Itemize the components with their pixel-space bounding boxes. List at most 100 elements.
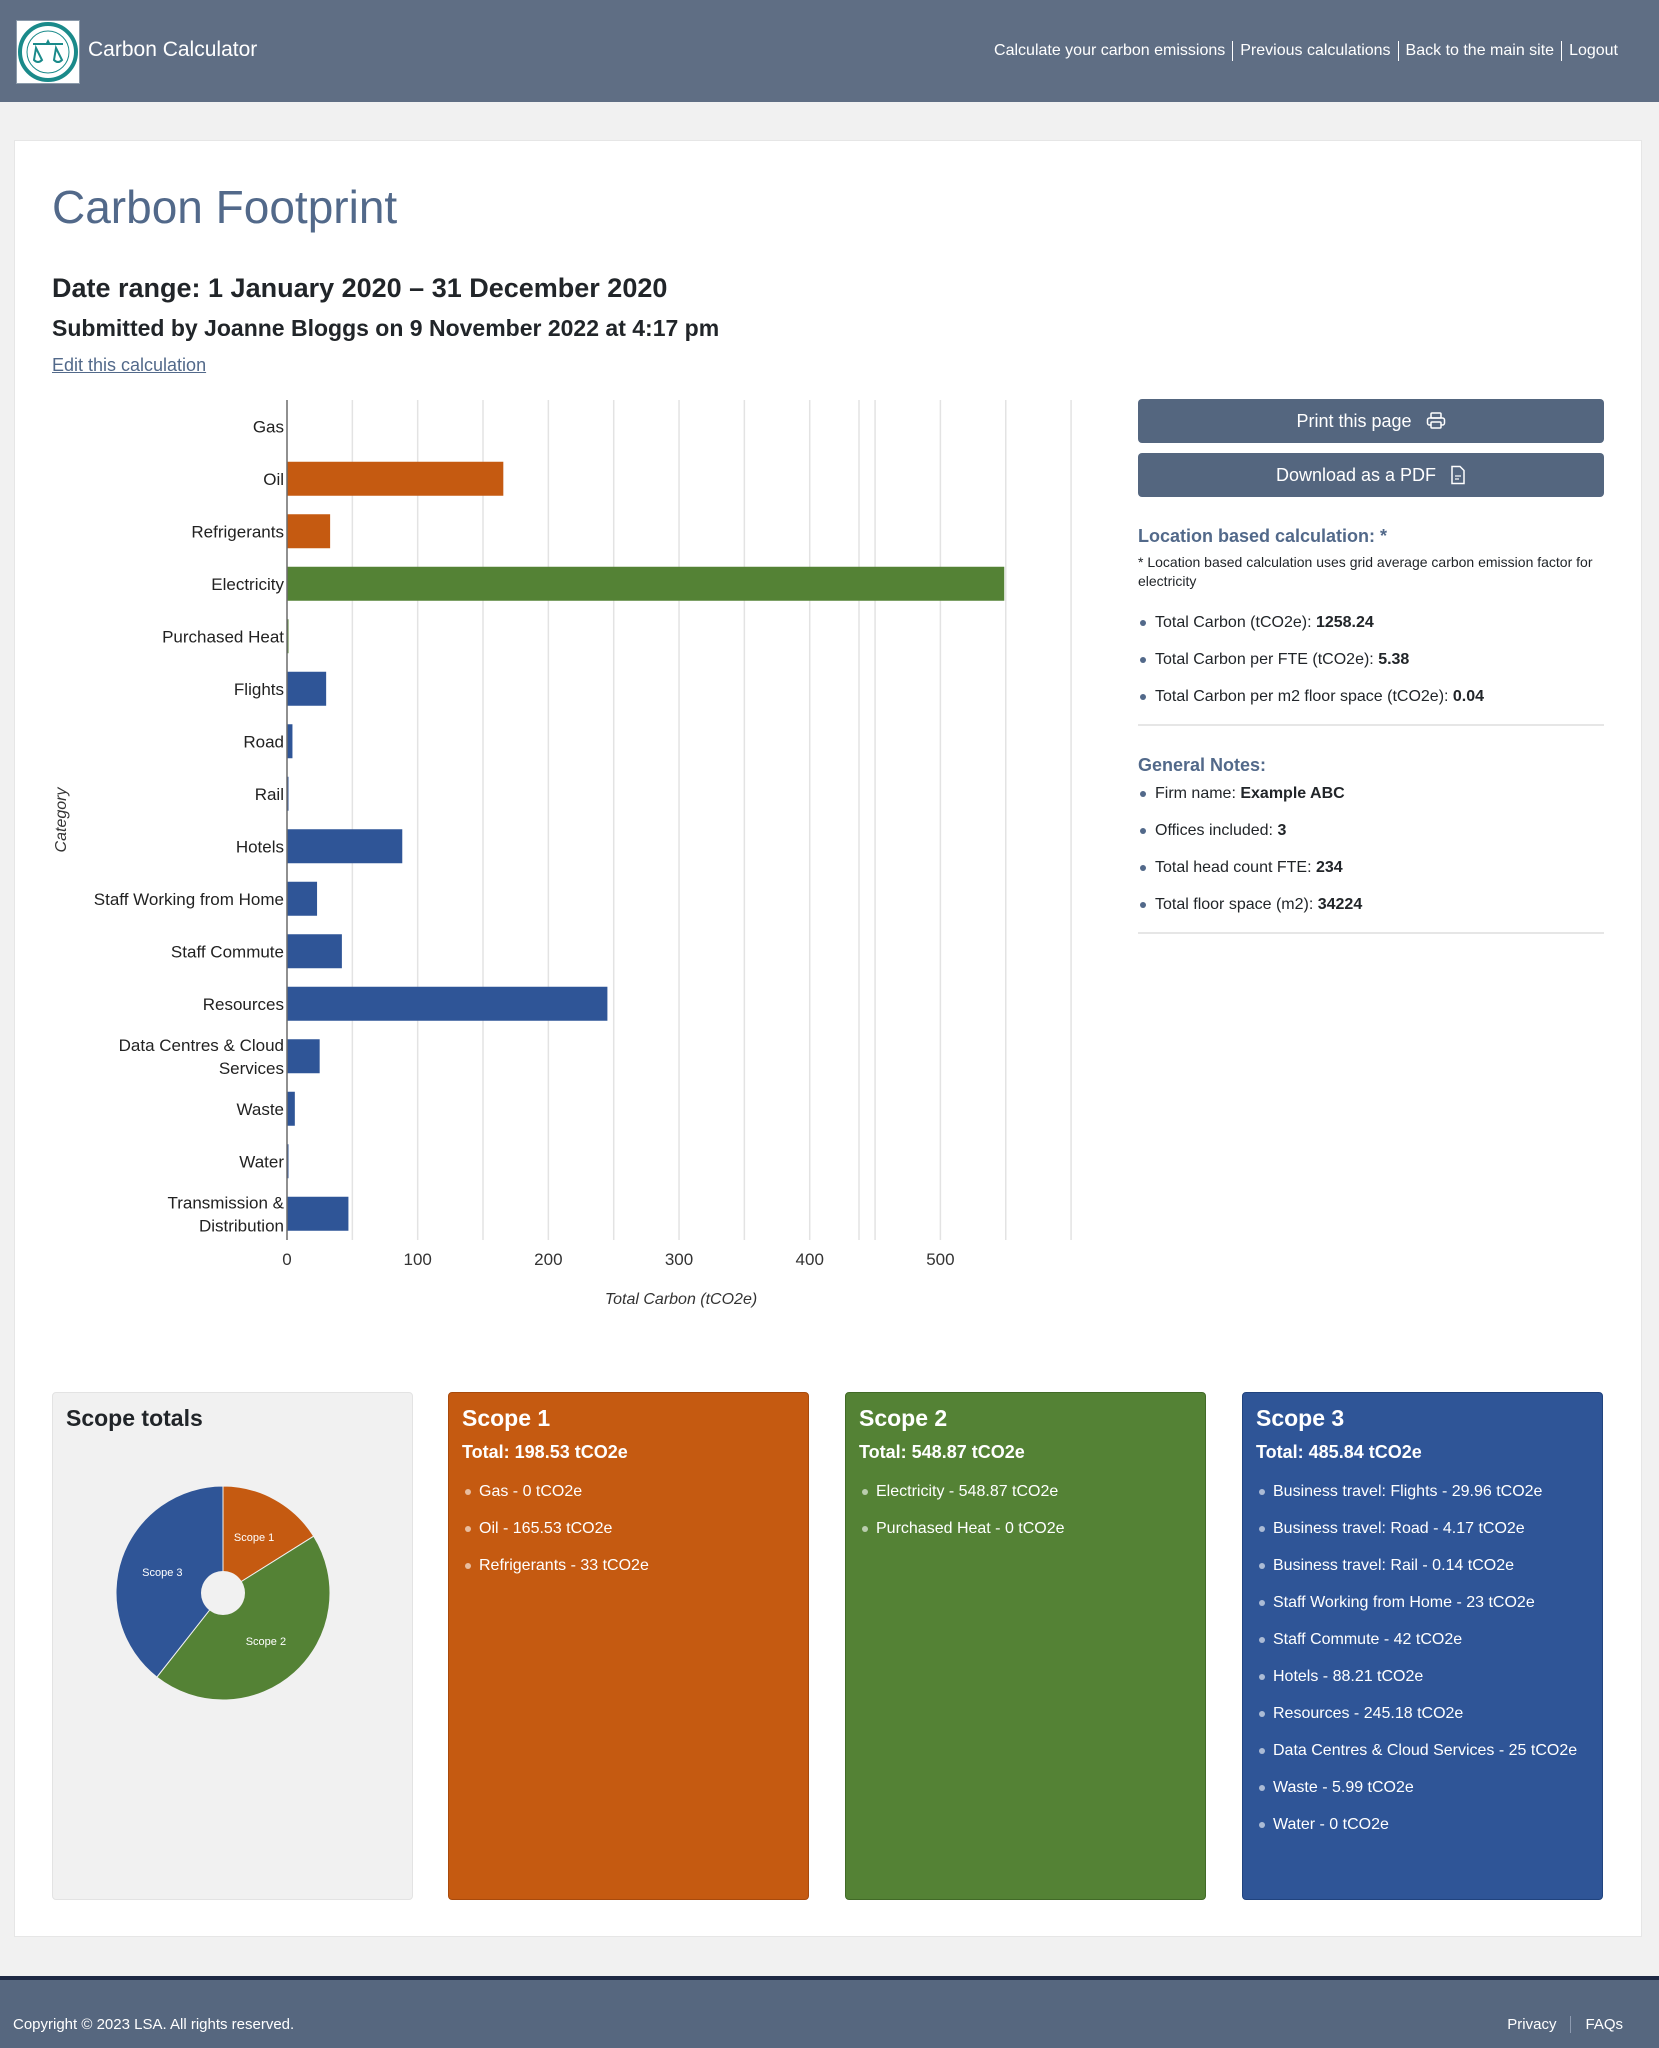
scope-3-total: Total: 485.84 tCO2e (1256, 1442, 1422, 1462)
divider (1138, 724, 1604, 726)
head-count-item: Total head count FTE: 234 (1138, 858, 1604, 877)
y-tick-label: Waste (236, 1100, 284, 1119)
logo[interactable] (16, 20, 80, 84)
footer-links: Privacy FAQs (1493, 2016, 1637, 2033)
head-count-label: Total head count FTE: (1155, 859, 1316, 876)
printer-icon (1426, 412, 1445, 429)
scope-3-item: Staff Commute - 42 tCO2e (1256, 1628, 1589, 1652)
carbon-per-fte-value: 5.38 (1378, 651, 1410, 668)
y-tick-label: Services (219, 1059, 284, 1078)
y-tick-label: Distribution (199, 1216, 284, 1235)
download-pdf-button[interactable]: Download as a PDF (1138, 453, 1604, 497)
scope-2-item: Electricity - 548.87 tCO2e (859, 1480, 1192, 1504)
date-range: Date range: 1 January 2020 – 31 December… (52, 273, 668, 303)
carbon-per-m2-item: Total Carbon per m2 floor space (tCO2e):… (1138, 687, 1604, 706)
firm-name-item: Firm name: Example ABC (1138, 784, 1604, 803)
privacy-link[interactable]: Privacy (1493, 2016, 1570, 2033)
print-label: Print this page (1296, 410, 1412, 431)
y-tick-label: Transmission & (167, 1193, 284, 1212)
document-icon (1451, 465, 1465, 485)
x-tick-label: 500 (926, 1250, 954, 1269)
x-tick-label: 200 (534, 1250, 562, 1269)
floor-space-value: 34224 (1317, 896, 1363, 913)
offices-label: Offices included: (1155, 822, 1278, 839)
y-tick-label: Data Centres & Cloud (119, 1036, 284, 1055)
carbon-per-fte-label: Total Carbon per FTE (tCO2e): (1155, 651, 1379, 668)
bar-resources[interactable] (287, 986, 608, 1021)
total-carbon-label: Total Carbon (tCO2e): (1155, 614, 1316, 631)
scope-3-title: Scope 3 (1256, 1405, 1345, 1431)
y-tick-label: Purchased Heat (162, 627, 284, 646)
bar-refrigerants[interactable] (287, 514, 331, 549)
y-axis-title: Category (53, 787, 70, 853)
submitted-info: Submitted by Joanne Bloggs on 9 November… (52, 315, 720, 341)
y-tick-label: Resources (203, 995, 284, 1014)
category-bar-chart: Gas Oil Refrigerants Electricity Purchased H… (53, 400, 1072, 1308)
location-based-section: Location based calculation: * * Location… (1138, 526, 1604, 726)
download-pdf-label: Download as a PDF (1275, 464, 1437, 485)
bar-hotels[interactable] (287, 829, 403, 864)
bar-waste[interactable] (287, 1091, 295, 1126)
offices-item: Offices included: 3 (1138, 821, 1604, 840)
bar-staff-working-from-home[interactable] (287, 881, 318, 916)
scope-1-item: Gas - 0 tCO2e (462, 1480, 795, 1504)
scales-of-justice-icon (18, 22, 78, 82)
general-notes-heading: General Notes: (1138, 755, 1267, 775)
nav-calculate[interactable]: Calculate your carbon emissions (987, 41, 1232, 61)
nav-main-site[interactable]: Back to the main site (1397, 41, 1562, 61)
nav-logout[interactable]: Logout (1561, 41, 1625, 61)
edit-calculation-link[interactable]: Edit this calculation (52, 355, 206, 376)
scope-1-title: Scope 1 (462, 1405, 551, 1431)
scope-1-item: Refrigerants - 33 tCO2e (462, 1554, 795, 1578)
footer: Copyright © 2023 LSA. All rights reserve… (0, 1976, 1659, 2048)
scope-1-panel: Scope 1 Total: 198.53 tCO2e Gas - 0 tCO2… (448, 1392, 809, 1900)
scope-3-item: Staff Working from Home - 23 tCO2e (1256, 1591, 1589, 1615)
page-title: Carbon Footprint (52, 181, 398, 233)
y-tick-label: Flights (234, 680, 284, 699)
y-tick-label: Refrigerants (191, 522, 284, 541)
scope-3-item: Waste - 5.99 tCO2e (1256, 1776, 1589, 1800)
y-tick-label: Road (243, 732, 284, 751)
bar-flights[interactable] (287, 671, 327, 706)
y-tick-label: Gas (253, 417, 284, 436)
scope-3-item: Business travel: Rail - 0.14 tCO2e (1256, 1554, 1589, 1578)
y-tick-label: Hotels (236, 837, 284, 856)
location-note: * Location based calculation uses grid a… (1138, 554, 1593, 589)
scope-3-item: Water - 0 tCO2e (1256, 1813, 1589, 1837)
x-tick-label: 100 (403, 1250, 431, 1269)
x-tick-label: 0 (282, 1250, 291, 1269)
total-carbon-item: Total Carbon (tCO2e): 1258.24 (1138, 613, 1604, 632)
scope-3-item: Resources - 245.18 tCO2e (1256, 1702, 1589, 1726)
print-button[interactable]: Print this page (1138, 399, 1604, 443)
scope-1-total: Total: 198.53 tCO2e (462, 1442, 628, 1462)
app-title[interactable]: Carbon Calculator (88, 38, 257, 62)
y-tick-label: Rail (255, 785, 284, 804)
bar-electricity[interactable] (287, 566, 1005, 601)
bar-transmission-distribution[interactable] (287, 1196, 349, 1231)
top-navbar: Carbon Calculator Calculate your carbon … (0, 0, 1659, 102)
nav-previous-calculations[interactable]: Previous calculations (1232, 41, 1397, 61)
floor-space-item: Total floor space (m2): 34224 (1138, 895, 1604, 914)
x-axis-title: Total Carbon (tCO2e) (605, 1291, 757, 1308)
scope-2-panel: Scope 2 Total: 548.87 tCO2e Electricity … (845, 1392, 1206, 1900)
scope-2-total: Total: 548.87 tCO2e (859, 1442, 1025, 1462)
scope-2-item: Purchased Heat - 0 tCO2e (859, 1517, 1192, 1541)
pie-label: Scope 2 (246, 1636, 286, 1648)
copyright: Copyright © 2023 LSA. All rights reserve… (13, 2016, 295, 2033)
pie-label: Scope 3 (142, 1567, 182, 1579)
pie-center-hole (201, 1571, 245, 1615)
scope-totals-heading: Scope totals (66, 1405, 203, 1431)
bar-oil[interactable] (287, 461, 504, 496)
bar-road[interactable] (287, 724, 293, 759)
firm-name-value: Example ABC (1240, 785, 1345, 802)
bar-data-centres-cloud-services[interactable] (287, 1039, 320, 1074)
y-tick-label: Staff Working from Home (94, 890, 284, 909)
location-heading: Location based calculation: * (1138, 526, 1388, 546)
scope-totals-panel: Scope totals Scope 1 Scope 2 Scope 3 (52, 1392, 413, 1900)
offices-value: 3 (1277, 822, 1287, 839)
floor-space-label: Total floor space (m2): (1155, 896, 1318, 913)
scope-3-item: Hotels - 88.21 tCO2e (1256, 1665, 1589, 1689)
general-notes-section: General Notes: Firm name: Example ABC Of… (1138, 755, 1604, 934)
bar-staff-commute[interactable] (287, 934, 342, 969)
faqs-link[interactable]: FAQs (1570, 2016, 1637, 2033)
